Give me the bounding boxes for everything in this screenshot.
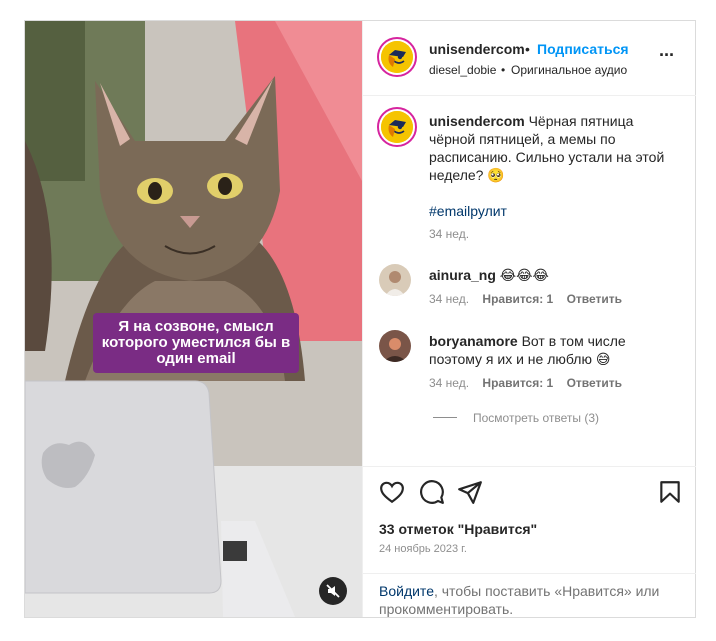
comment-item: ainura_ng 😂😂😂 [429,266,679,284]
likes-count[interactable]: 33 отметок "Нравится" [379,521,537,537]
author-avatar[interactable] [377,37,417,77]
share-button[interactable] [457,479,483,505]
post-details-panel: unisendercom • Подписаться diesel_dobie … [362,21,696,617]
post-video[interactable]: Я на созвоне, смысл которого уместился б… [25,21,362,617]
dog-logo-icon [381,41,413,73]
save-button[interactable] [657,479,683,505]
comment-text: 😂😂😂 [499,267,549,283]
like-button[interactable] [379,479,405,505]
heart-icon [380,481,404,504]
mute-button[interactable] [319,577,347,605]
reply-button[interactable]: Ответить [567,376,622,390]
caption-author-avatar[interactable] [377,107,417,147]
comment-likes[interactable]: Нравится: 1 [482,376,553,390]
post-caption: unisendercom Чёрная пятница чёрной пятни… [429,112,679,184]
replies-divider [433,417,457,418]
comment-meta: 34 нед. Нравится: 1 Ответить [429,292,622,306]
comment-icon [420,480,444,504]
caption-hashtag[interactable]: #emailрулит [429,202,507,220]
login-link[interactable]: Войдите [379,583,434,599]
comment-button[interactable] [419,479,445,505]
audio-author[interactable]: diesel_dobie [429,63,496,77]
comment-age[interactable]: 34 нед. [429,376,469,390]
view-replies-button[interactable]: Посмотреть ответы (3) [473,411,599,425]
instagram-post-card: Я на созвоне, смысл которого уместился б… [24,20,696,618]
actions-divider [363,466,696,468]
post-header: unisendercom • Подписаться diesel_dobie … [363,21,696,96]
comment-meta: 34 нед. Нравится: 1 Ответить [429,376,622,390]
share-icon [458,481,482,504]
reply-button[interactable]: Ответить [567,292,622,306]
follow-button[interactable]: Подписаться [537,41,629,57]
login-prompt-text: Войдите, чтобы поставить «Нравится» или … [379,582,679,618]
comment-avatar[interactable] [379,330,411,362]
comment-likes[interactable]: Нравится: 1 [482,292,553,306]
bookmark-icon [660,481,680,503]
comment-author[interactable]: ainura_ng [429,267,496,283]
mute-icon [326,584,340,598]
author-username[interactable]: unisendercom [429,41,525,57]
comment-author[interactable]: boryanamore [429,333,518,349]
more-options-icon[interactable]: ··· [659,45,675,66]
caption-author[interactable]: unisendercom [429,113,525,129]
audio-title[interactable]: Оригинальное аудио [511,63,627,77]
login-prompt: Войдите, чтобы поставить «Нравится» или … [363,573,696,618]
caption-age[interactable]: 34 нед. [429,227,469,241]
separator-dot: • [525,41,530,57]
comment-item: boryanamore Вот в том числе поэтому я их… [429,332,679,368]
comment-avatar[interactable] [379,264,411,296]
video-caption-overlay: Я на созвоне, смысл которого уместился б… [93,313,299,373]
dog-logo-icon [381,111,413,143]
post-date[interactable]: 24 ноябрь 2023 г. [379,543,467,555]
audio-separator: • [501,63,506,77]
comment-age[interactable]: 34 нед. [429,292,469,306]
